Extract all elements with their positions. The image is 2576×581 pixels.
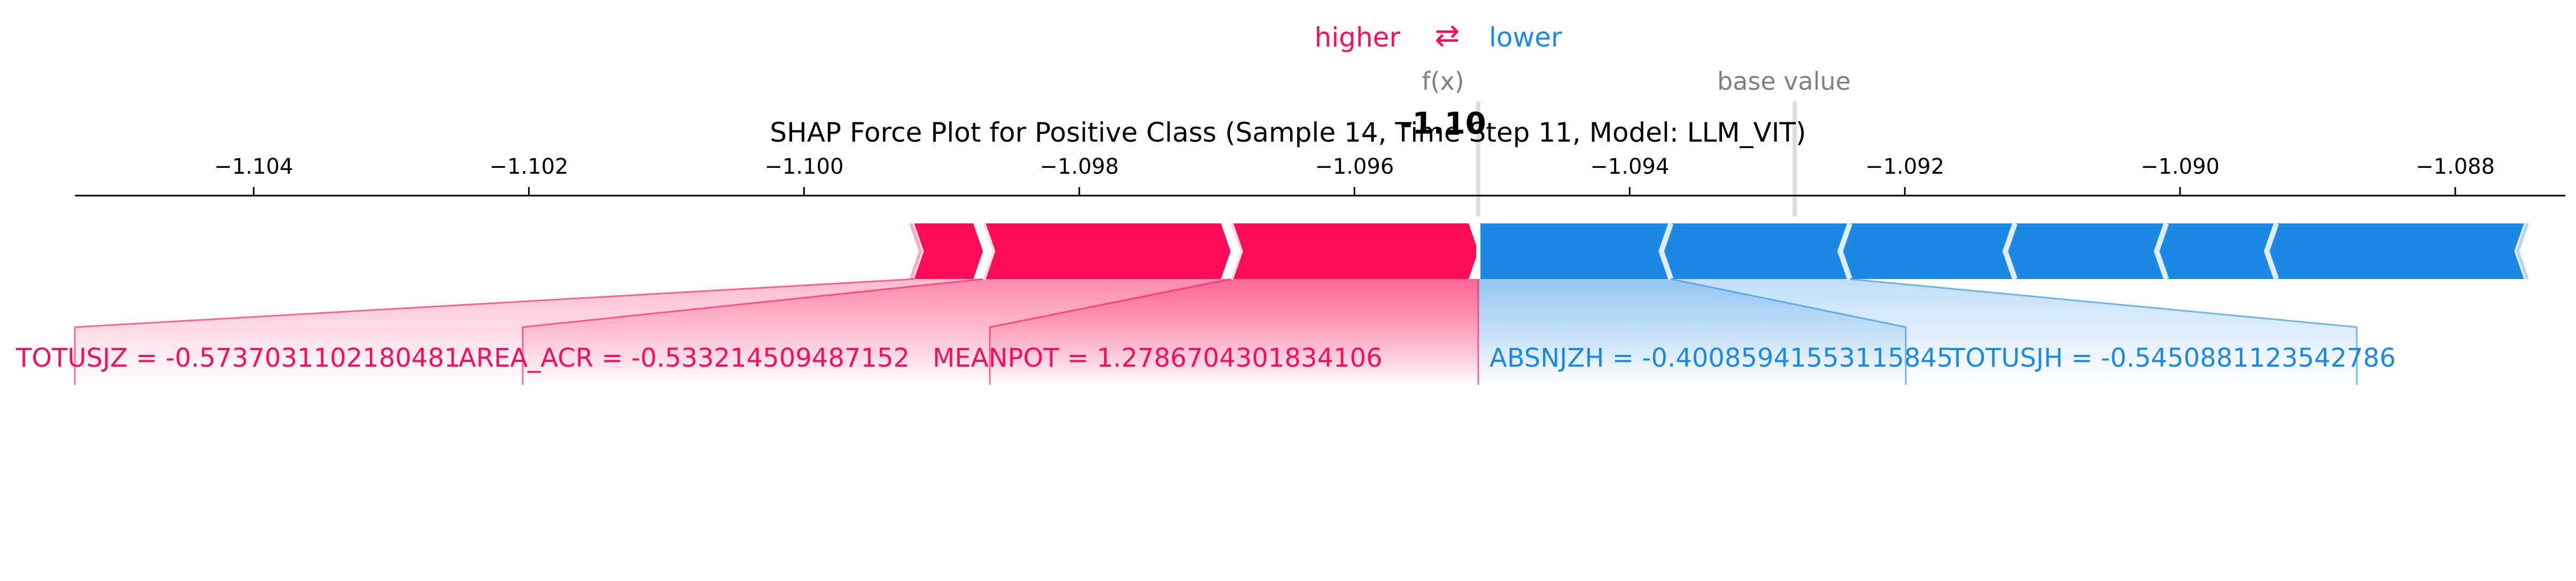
base-value-label: base value	[1717, 67, 1851, 96]
feature-labels: TOTUSJZ = -0.5737031102180481AREA_ACR = …	[15, 343, 2396, 373]
x-tick-label: −1.094	[1590, 154, 1669, 179]
positive-feature-label: MEANPOT = 1.2786704301834106	[933, 343, 1383, 373]
negative-feature-label: TOTUSJH = -0.5450881123542786	[1949, 343, 2396, 373]
legend-higher: higher	[1315, 22, 1401, 53]
negative-force-bar	[2005, 223, 2167, 279]
fx-value: -1.10	[1400, 106, 1486, 141]
positive-force-bar	[1230, 223, 1479, 279]
x-tick-label: −1.102	[490, 154, 569, 179]
x-tick-label: −1.100	[765, 154, 844, 179]
force-plot: higher ⇄ lower f(x) base value SHAP Forc…	[15, 18, 2565, 385]
x-tick-label: −1.104	[214, 154, 293, 179]
chart-title: SHAP Force Plot for Positive Class (Samp…	[770, 117, 1806, 148]
legend-lower: lower	[1489, 22, 1562, 53]
x-tick-label: −1.090	[2140, 154, 2220, 179]
negative-force-bar	[1661, 223, 1850, 279]
positive-feature-label: AREA_ACR = -0.533214509487152	[459, 343, 910, 373]
positive-force-bar	[914, 223, 983, 279]
x-tick-label: −1.098	[1039, 154, 1119, 179]
x-tick-label: −1.092	[1865, 154, 1944, 179]
negative-force-bar	[2156, 223, 2277, 279]
legend-arrows-icon: ⇄	[1435, 18, 1460, 53]
negative-force-bar	[1478, 223, 1671, 279]
negative-feature-label: ABSNJZH = -0.40085941553115845	[1489, 343, 1953, 373]
force-bars	[909, 222, 2529, 280]
x-axis-ticks: −1.104 −1.102 −1.100 −1.098 −1.096 −1.094 −1.0…	[214, 154, 2495, 196]
x-tick-label: −1.088	[2416, 154, 2495, 179]
x-tick-label: −1.096	[1315, 154, 1394, 179]
positive-feature-label: TOTUSJZ = -0.5737031102180481	[15, 343, 461, 373]
negative-force-bar	[1840, 223, 2015, 279]
legend: higher ⇄ lower	[1315, 18, 1562, 53]
positive-force-bar	[983, 223, 1231, 279]
negative-force-bar	[2267, 223, 2524, 279]
fx-label: f(x)	[1422, 67, 1464, 96]
